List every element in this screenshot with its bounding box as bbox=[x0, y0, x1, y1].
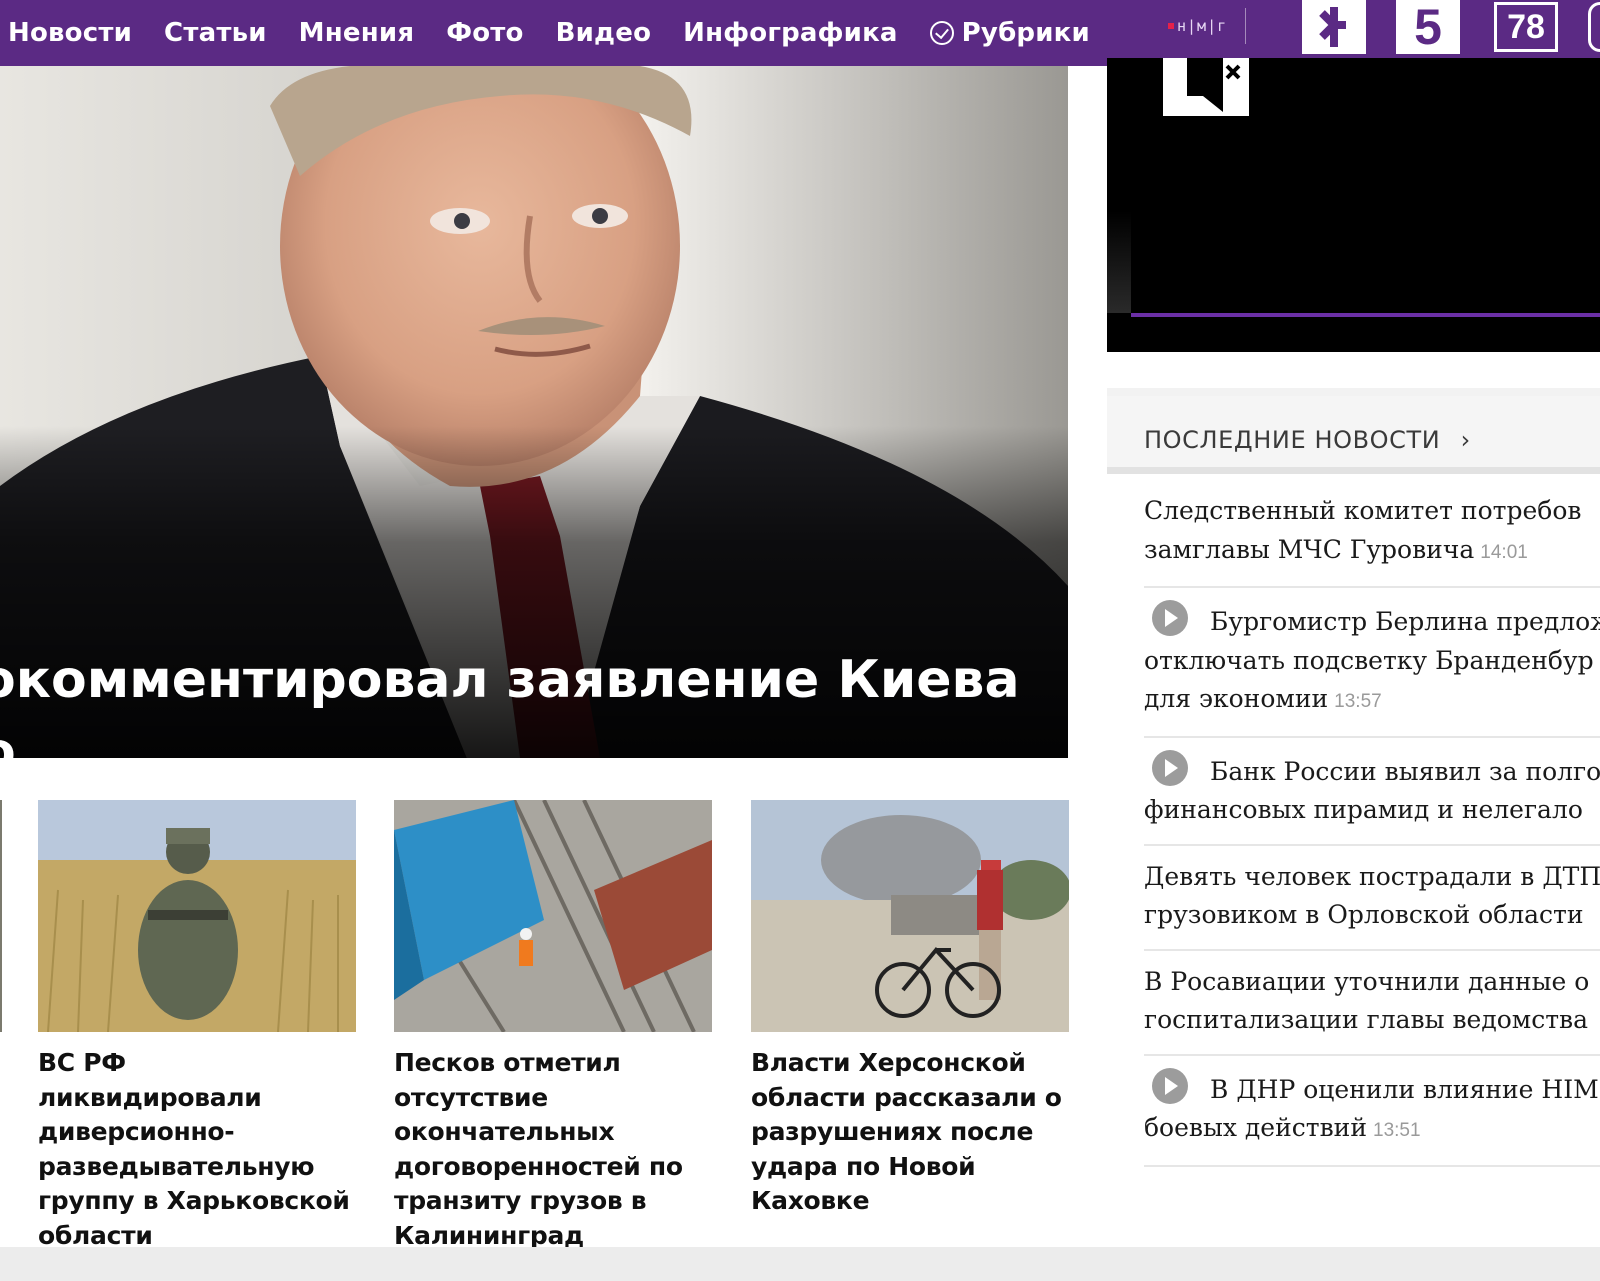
news-item-line: отключать подсветку Бранденбур bbox=[1144, 645, 1594, 675]
channel-more-logo[interactable] bbox=[1588, 2, 1600, 52]
ren-tv-icon bbox=[1319, 7, 1346, 47]
kherson-street-photo bbox=[751, 800, 1069, 1032]
nmg-logo-link[interactable]: н|м|г bbox=[1168, 8, 1247, 44]
news-item-line: В Росавиации уточнили данные о bbox=[1144, 966, 1590, 996]
story-card[interactable]: Песков отметил отсутствие окончательных … bbox=[394, 800, 712, 1253]
news-item-time: 14:01 bbox=[1480, 541, 1528, 563]
nav-item-rubrics-label: Рубрики bbox=[961, 18, 1090, 48]
news-list-item[interactable]: В Росавиации уточнили данные о госпитали… bbox=[1144, 951, 1600, 1056]
news-list-item[interactable]: Банк России выявил за полго финансовых п… bbox=[1144, 738, 1600, 846]
news-item-line: Банк России выявил за полго bbox=[1210, 756, 1600, 786]
news-item-line: боевых действий bbox=[1144, 1113, 1367, 1142]
nav-item-photo[interactable]: Фото bbox=[446, 11, 523, 55]
story-cards-row: ВС РФ ликвидировали диверсионно-разведыв… bbox=[0, 800, 1070, 1260]
main-menu: Новости Статьи Мнения Фото Видео Инфогра… bbox=[0, 0, 1122, 66]
nav-item-video[interactable]: Видео bbox=[556, 11, 652, 55]
video-edge bbox=[1107, 58, 1131, 313]
news-item-line: Бургомистр Берлина предлож bbox=[1210, 607, 1600, 636]
story-card[interactable]: Власти Херсонской области рассказали о р… bbox=[751, 800, 1069, 1219]
news-item-line: финансовых пирамид и нелегало bbox=[1144, 795, 1583, 824]
story-card-title[interactable]: Власти Херсонской области рассказали о р… bbox=[751, 1046, 1069, 1219]
hero-story[interactable]: окомментировал заявление Киева о м согла… bbox=[0, 66, 1068, 758]
chevron-right-icon: › bbox=[1460, 426, 1471, 454]
story-card-title[interactable]: ВС РФ ликвидировали диверсионно-разведыв… bbox=[38, 1046, 356, 1253]
story-card-image[interactable] bbox=[394, 800, 712, 1032]
channel-5-logo[interactable]: 5 bbox=[1396, 0, 1460, 55]
news-list-item[interactable]: Бургомистр Берлина предлож отключать под… bbox=[1144, 588, 1600, 738]
nav-item-rubrics[interactable]: Рубрики bbox=[929, 11, 1090, 55]
news-item-time: 13:57 bbox=[1334, 691, 1382, 712]
latest-news-panel: ПОСЛЕДНИЕ НОВОСТИ › Следственный комитет… bbox=[1107, 388, 1600, 1248]
news-item-line: госпитализации главы ведомства bbox=[1144, 1005, 1589, 1034]
play-icon bbox=[1152, 749, 1188, 786]
story-card-image[interactable] bbox=[38, 800, 356, 1032]
speaker-muted-icon bbox=[1187, 58, 1241, 112]
mute-button[interactable] bbox=[1163, 58, 1249, 116]
latest-news-link[interactable]: ПОСЛЕДНИЕ НОВОСТИ › bbox=[1144, 426, 1471, 454]
bottom-strip bbox=[0, 1247, 1600, 1281]
video-progress-bar[interactable] bbox=[1131, 313, 1600, 317]
red-square-icon bbox=[1168, 23, 1174, 29]
check-circle-icon bbox=[929, 21, 954, 45]
play-icon bbox=[1152, 600, 1188, 636]
news-list-item[interactable]: Девять человек пострадали в ДТП грузовик… bbox=[1144, 846, 1600, 951]
top-navigation-bar: Новости Статьи Мнения Фото Видео Инфогра… bbox=[0, 0, 1600, 66]
video-player[interactable] bbox=[1107, 58, 1600, 352]
news-item-line: грузовиком в Орловской области bbox=[1144, 900, 1584, 929]
nmg-label: н|м|г bbox=[1177, 17, 1228, 35]
latest-news-list: Следственный комитет потребов замглавы М… bbox=[1144, 480, 1600, 1167]
news-item-time: 13:51 bbox=[1373, 1120, 1421, 1141]
news-list-item[interactable]: В ДНР оценили влияние HIM боевых действи… bbox=[1144, 1056, 1600, 1167]
story-card-image[interactable] bbox=[751, 800, 1069, 1032]
news-item-line: В ДНР оценили влияние HIM bbox=[1210, 1074, 1599, 1104]
nav-item-infographics[interactable]: Инфографика bbox=[683, 11, 898, 55]
channel-ren-tv-logo[interactable] bbox=[1302, 0, 1366, 54]
story-card[interactable]: ВС РФ ликвидировали диверсионно-разведыв… bbox=[38, 800, 356, 1253]
news-item-line: для экономии bbox=[1144, 684, 1329, 713]
latest-news-header: ПОСЛЕДНИЕ НОВОСТИ › bbox=[1107, 396, 1600, 474]
news-item-line: Следственный комитет потребов bbox=[1144, 496, 1582, 525]
nav-item-articles[interactable]: Статьи bbox=[164, 11, 267, 55]
latest-news-top-strip bbox=[1107, 388, 1600, 396]
news-item-line: Девять человек пострадали в ДТП bbox=[1144, 861, 1600, 891]
soldier-in-field-photo bbox=[38, 800, 356, 1032]
channel-78-logo[interactable]: 78 bbox=[1494, 2, 1558, 52]
previous-card-edge bbox=[0, 800, 2, 1032]
rail-cargo-photo bbox=[394, 800, 712, 1032]
hero-headline[interactable]: окомментировал заявление Киева о м согла… bbox=[0, 644, 1068, 758]
news-list-item[interactable]: Следственный комитет потребов замглавы М… bbox=[1144, 480, 1600, 588]
play-icon bbox=[1152, 1067, 1188, 1104]
news-item-line: замглавы МЧС Гуровича bbox=[1144, 534, 1475, 564]
nav-item-opinions[interactable]: Мнения bbox=[299, 11, 415, 55]
nav-item-news[interactable]: Новости bbox=[8, 11, 132, 55]
latest-news-title: ПОСЛЕДНИЕ НОВОСТИ bbox=[1144, 426, 1441, 454]
story-card-title[interactable]: Песков отметил отсутствие окончательных … bbox=[394, 1046, 712, 1253]
